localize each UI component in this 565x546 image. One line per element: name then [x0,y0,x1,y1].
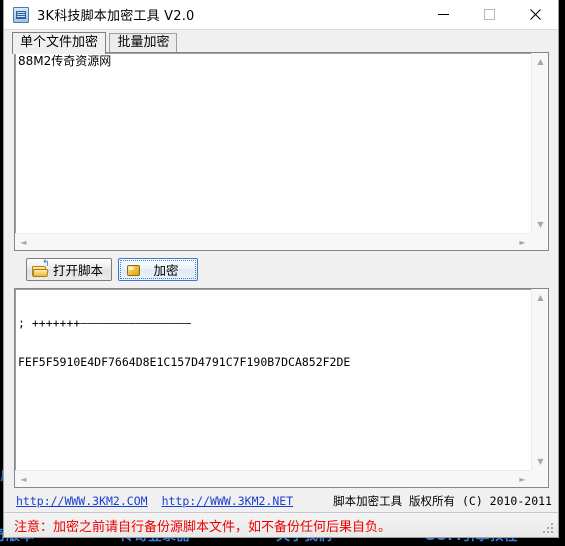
tab-single-file-encrypt[interactable]: 单个文件加密 [12,32,107,54]
window-title: 3K科技脚本加密工具 V2.0 [37,9,195,24]
gold-lock-icon [127,265,140,276]
scroll-up-icon[interactable]: ▲ [532,289,548,306]
website-link-com[interactable]: http://WWW.3KM2.COM [16,494,148,508]
resize-grip[interactable] [543,523,555,535]
maximize-icon [483,9,495,20]
output-text-block: ; +++++++———————————————— FEF5F5910E4DF7… [15,289,531,470]
output-line-separator: ; +++++++———————————————— [18,316,192,330]
open-script-label: 打开脚本 [53,263,104,278]
encrypted-output-textarea[interactable]: ; +++++++———————————————— FEF5F5910E4DF7… [14,288,549,488]
warning-text: 注意：加密之前请自行备份源脚本文件，如不备份任何后果自负。 [14,519,392,535]
window-controls [420,0,558,29]
encrypt-button[interactable]: 加密 [118,258,198,281]
scrollbar-corner [531,470,548,487]
minimize-button[interactable] [420,0,466,29]
tab-batch-encrypt[interactable]: 批量加密 [109,33,178,54]
tab-strip: 单个文件加密 批量加密 [4,30,558,54]
scroll-right-icon[interactable]: ► [514,234,531,250]
output-line-hash: FEF5F5910E4DF7664D8E1C157D4791C7F190B7DC… [18,355,351,369]
footer-bar: http://WWW.3KM2.COM http://WWW.3KM2.NET … [4,490,558,512]
source-script-text: 88M2传奇资源网 [18,54,112,68]
title-bar[interactable]: 3K科技脚本加密工具 V2.0 [4,0,558,30]
source-script-textarea[interactable]: 88M2传奇资源网 ▲ ▼ ◄ ► [14,52,549,251]
copyright-text: 脚本加密工具 版权所有 (C) 2010-2011 3K科技 [333,494,558,508]
open-script-button[interactable]: ↰ 打开脚本 [26,258,112,281]
application-window: 3K科技脚本加密工具 V2.0 单个文件加密 批量加密 88M2传奇资源网 ▲ … [3,0,559,538]
scroll-left-icon[interactable]: ◄ [15,234,32,250]
warning-status-bar: 注意：加密之前请自行备份源脚本文件，如不备份任何后果自负。 [4,512,558,537]
maximize-button[interactable] [466,0,512,29]
scroll-up-icon[interactable]: ▲ [532,53,548,70]
scroll-down-icon[interactable]: ▼ [532,216,548,233]
close-button[interactable] [512,0,558,29]
source-horizontal-scrollbar[interactable]: ◄ ► [15,233,531,250]
scroll-left-icon[interactable]: ◄ [15,471,32,487]
button-row: ↰ 打开脚本 加密 [4,255,558,287]
close-icon [529,9,541,20]
minimize-icon [437,14,449,15]
open-folder-icon: ↰ [32,259,50,277]
scrollbar-corner [531,233,548,250]
website-link-net[interactable]: http://WWW.3KM2.NET [162,494,294,508]
output-horizontal-scrollbar[interactable]: ◄ ► [15,470,531,487]
output-vertical-scrollbar[interactable]: ▲ ▼ [531,289,548,470]
scroll-down-icon[interactable]: ▼ [532,453,548,470]
source-vertical-scrollbar[interactable]: ▲ ▼ [531,53,548,233]
app-icon [13,6,29,23]
scroll-right-icon[interactable]: ► [514,471,531,487]
